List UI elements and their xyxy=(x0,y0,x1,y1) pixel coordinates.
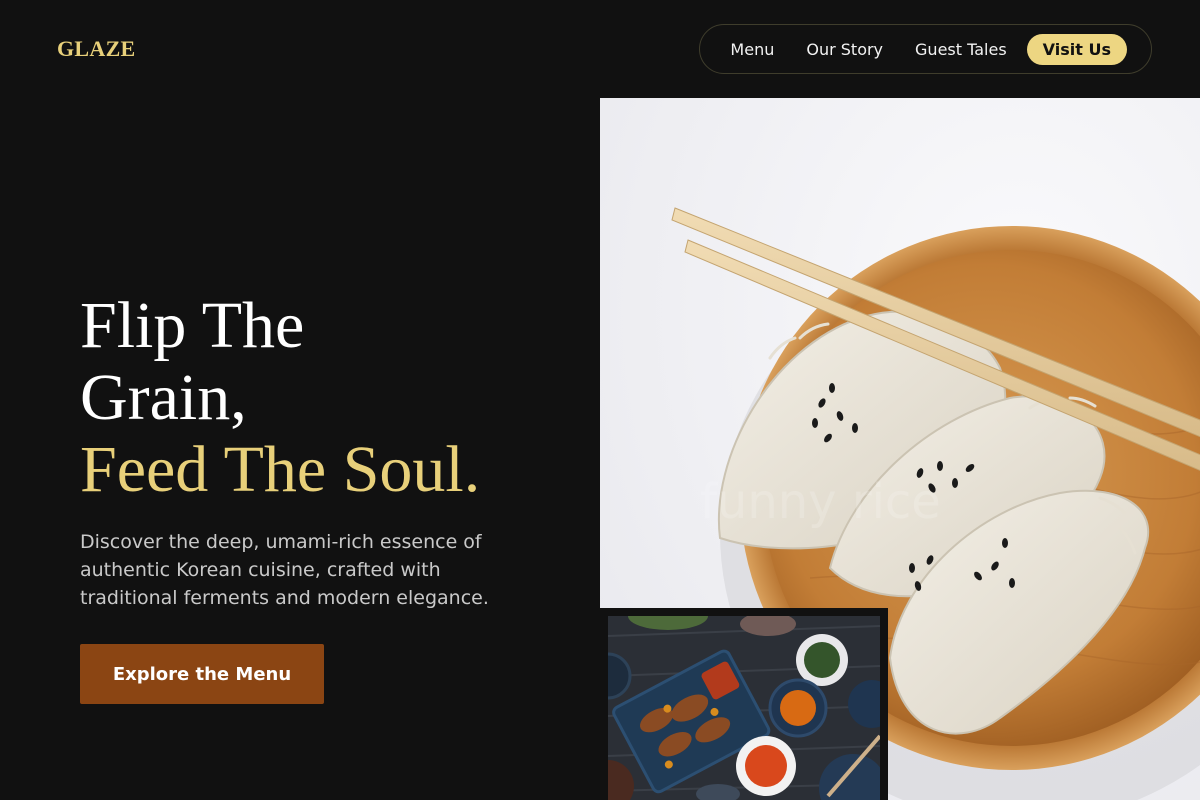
brand-logo[interactable]: GLAZE xyxy=(57,36,136,62)
inset-food-frame xyxy=(600,608,888,800)
visit-us-button[interactable]: Visit Us xyxy=(1026,33,1127,65)
hero-title-accent: Feed The Soul. xyxy=(80,433,481,506)
nav-link-our-story[interactable]: Our Story xyxy=(806,40,883,59)
hero-description: Discover the deep, umami-rich essence of… xyxy=(80,531,489,609)
nav-link-guest-tales[interactable]: Guest Tales xyxy=(915,40,1007,59)
hero-title: Flip The Grain, Feed The Soul. xyxy=(80,290,480,506)
top-nav: Menu Our Story Guest Tales Visit Us xyxy=(699,24,1152,74)
svg-text:funny rice: funny rice xyxy=(700,474,941,530)
nav-link-menu[interactable]: Menu xyxy=(730,40,774,59)
hero-title-line-1: Flip The xyxy=(80,289,305,362)
landing-page: GLAZE Menu Our Story Guest Tales Visit U… xyxy=(0,0,1200,800)
hero-title-line-2: Grain, xyxy=(80,361,247,434)
explore-menu-button[interactable]: Explore the Menu xyxy=(80,644,324,704)
inset-banchan-image xyxy=(608,616,880,800)
